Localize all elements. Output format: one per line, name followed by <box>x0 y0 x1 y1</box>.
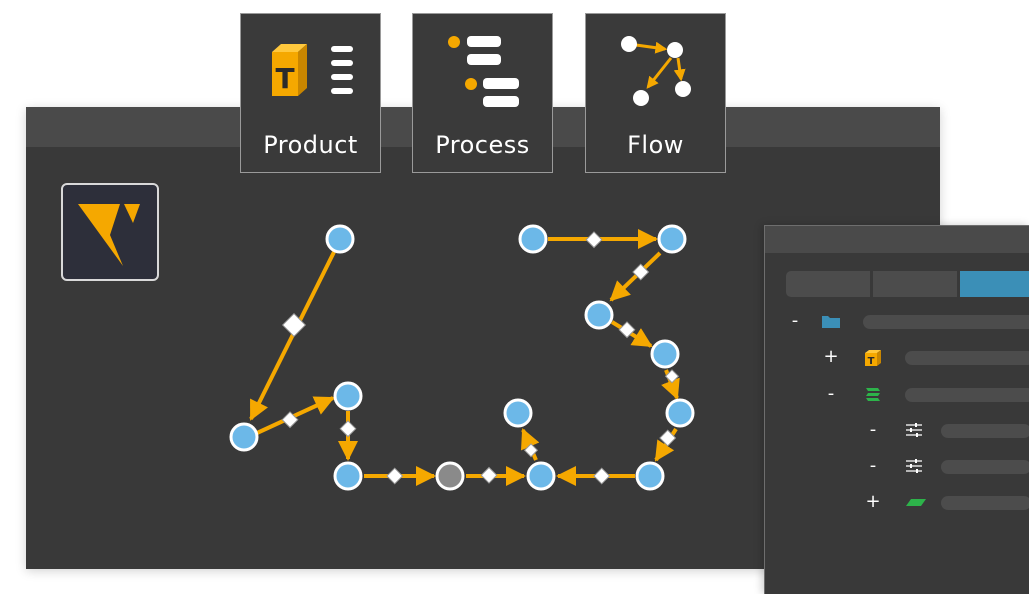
process-icon <box>448 36 519 107</box>
graph-node <box>333 461 363 491</box>
collapse-toggle[interactable]: - <box>787 311 803 331</box>
edge <box>610 320 653 348</box>
panel-tab-3[interactable] <box>960 271 1029 297</box>
tree-row[interactable]: - <box>823 384 1029 404</box>
tab-label: Flow <box>627 131 684 159</box>
graph-node <box>657 224 687 254</box>
tree-row[interactable]: - <box>865 420 1029 440</box>
graph-node <box>325 224 355 254</box>
tree-row[interactable]: + T <box>823 347 1029 367</box>
gate-diamond <box>339 420 357 438</box>
tree-panel: - + T - - - + <box>764 225 1029 594</box>
gate-diamond <box>386 467 404 485</box>
graph-node <box>650 339 680 369</box>
graph-node <box>526 461 556 491</box>
panel-tab-2[interactable] <box>873 271 957 297</box>
flow-icon <box>621 36 691 106</box>
graph-node <box>435 461 465 491</box>
graph-node <box>333 381 363 411</box>
row-label-placeholder <box>941 424 1029 438</box>
row-label-placeholder <box>941 460 1029 474</box>
tree-row[interactable]: - <box>865 456 1029 476</box>
tab-label: Product <box>263 131 358 159</box>
graph-node <box>229 422 259 452</box>
collapse-toggle[interactable]: - <box>865 420 881 440</box>
gate-diamond <box>480 466 498 484</box>
gate-diamond <box>593 467 611 485</box>
gate-diamond <box>585 231 603 249</box>
stack-icon <box>866 388 880 401</box>
tree-row[interactable]: - <box>787 311 1029 331</box>
row-label-placeholder <box>905 351 1029 365</box>
graph-node <box>584 300 614 330</box>
graph-node <box>635 461 665 491</box>
parallelogram-icon <box>906 499 926 506</box>
graph-nodes <box>229 224 695 491</box>
graph-node <box>518 224 548 254</box>
collapse-toggle[interactable]: - <box>865 456 881 476</box>
row-label-placeholder <box>905 388 1029 402</box>
row-label-placeholder <box>941 496 1029 510</box>
edge <box>256 396 335 435</box>
row-label-placeholder <box>863 315 1029 329</box>
graph-node <box>665 398 695 428</box>
panel-titlebar <box>765 226 1029 253</box>
tab-flow[interactable]: Flow <box>585 13 726 173</box>
graph-node <box>503 398 533 428</box>
collapse-toggle[interactable]: - <box>823 384 839 404</box>
graph-edges <box>249 229 680 486</box>
svg-text:T: T <box>868 356 875 367</box>
sliders-icon <box>906 459 922 473</box>
sliders-icon <box>906 423 922 437</box>
tab-product[interactable]: T Product <box>240 13 381 173</box>
svg-text:T: T <box>275 62 294 95</box>
tree-row[interactable]: + <box>865 492 1029 512</box>
product-icon: T <box>272 44 353 96</box>
folder-icon <box>822 316 840 328</box>
expand-toggle[interactable]: + <box>865 492 881 512</box>
tab-process[interactable]: Process <box>412 13 553 173</box>
tab-label: Process <box>435 131 530 159</box>
product-box-icon: T <box>865 350 881 367</box>
graph-diamonds <box>281 231 680 485</box>
expand-toggle[interactable]: + <box>823 347 839 367</box>
edge <box>609 251 662 302</box>
panel-tab-1[interactable] <box>786 271 870 297</box>
